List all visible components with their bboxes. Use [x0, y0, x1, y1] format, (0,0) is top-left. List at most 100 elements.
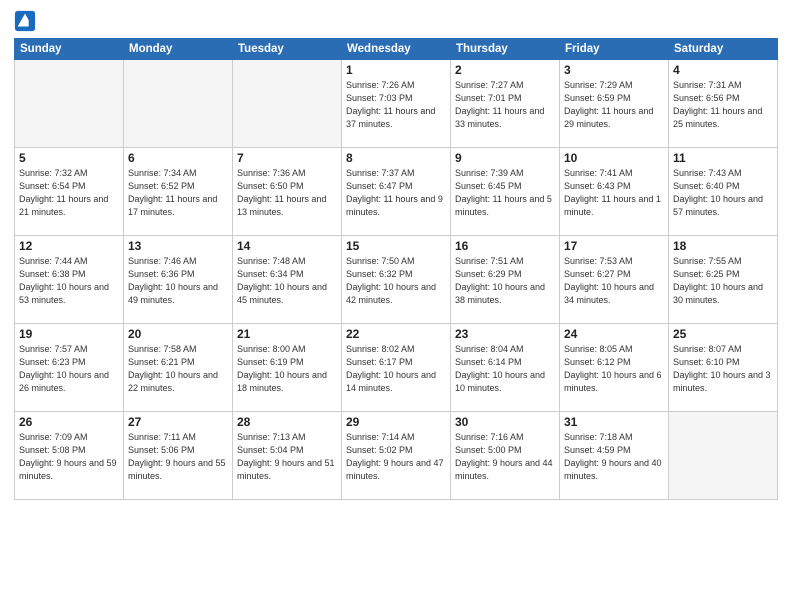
day-number: 4	[673, 63, 773, 77]
day-number: 25	[673, 327, 773, 341]
calendar-table: SundayMondayTuesdayWednesdayThursdayFrid…	[14, 38, 778, 500]
day-number: 24	[564, 327, 664, 341]
day-number: 22	[346, 327, 446, 341]
weekday-header-wednesday: Wednesday	[342, 39, 451, 60]
day-info: Sunrise: 7:53 AM Sunset: 6:27 PM Dayligh…	[564, 255, 664, 307]
day-info: Sunrise: 8:04 AM Sunset: 6:14 PM Dayligh…	[455, 343, 555, 395]
day-number: 8	[346, 151, 446, 165]
day-info: Sunrise: 8:07 AM Sunset: 6:10 PM Dayligh…	[673, 343, 773, 395]
calendar-cell: 18 Sunrise: 7:55 AM Sunset: 6:25 PM Dayli…	[669, 236, 778, 324]
day-number: 21	[237, 327, 337, 341]
logo-icon	[14, 10, 36, 32]
calendar-cell: 17 Sunrise: 7:53 AM Sunset: 6:27 PM Dayli…	[560, 236, 669, 324]
week-row-3: 19Sunrise: 7:57 AM Sunset: 6:23 PM Dayli…	[15, 324, 778, 412]
day-number: 5	[19, 151, 119, 165]
calendar-cell: 1 Sunrise: 7:26 AM Sunset: 7:03 PM Daylig…	[342, 60, 451, 148]
header	[14, 10, 778, 32]
day-number: 1	[346, 63, 446, 77]
day-number: 26	[19, 415, 119, 429]
day-info: Sunrise: 7:36 AM Sunset: 6:50 PM Dayligh…	[237, 167, 337, 219]
day-number: 15	[346, 239, 446, 253]
day-number: 18	[673, 239, 773, 253]
calendar-cell: 19Sunrise: 7:57 AM Sunset: 6:23 PM Dayli…	[15, 324, 124, 412]
calendar-cell: 29 Sunrise: 7:14 AM Sunset: 5:02 PM Dayli…	[342, 412, 451, 500]
day-number: 14	[237, 239, 337, 253]
calendar-cell: 26 Sunrise: 7:09 AM Sunset: 5:08 PM Dayli…	[15, 412, 124, 500]
weekday-header-row: SundayMondayTuesdayWednesdayThursdayFrid…	[15, 39, 778, 60]
calendar-cell: 10 Sunrise: 7:41 AM Sunset: 6:43 PM Dayli…	[560, 148, 669, 236]
weekday-header-friday: Friday	[560, 39, 669, 60]
day-number: 17	[564, 239, 664, 253]
calendar-cell: 24 Sunrise: 8:05 AM Sunset: 6:12 PM Dayli…	[560, 324, 669, 412]
day-number: 31	[564, 415, 664, 429]
day-number: 7	[237, 151, 337, 165]
day-info: Sunrise: 7:58 AM Sunset: 6:21 PM Dayligh…	[128, 343, 228, 395]
day-number: 9	[455, 151, 555, 165]
day-info: Sunrise: 7:09 AM Sunset: 5:08 PM Dayligh…	[19, 431, 119, 483]
week-row-2: 12 Sunrise: 7:44 AM Sunset: 6:38 PM Dayli…	[15, 236, 778, 324]
calendar-cell: 23 Sunrise: 8:04 AM Sunset: 6:14 PM Dayli…	[451, 324, 560, 412]
calendar-cell: 28 Sunrise: 7:13 AM Sunset: 5:04 PM Dayli…	[233, 412, 342, 500]
day-number: 20	[128, 327, 228, 341]
calendar-cell	[15, 60, 124, 148]
day-number: 27	[128, 415, 228, 429]
calendar-cell: 7 Sunrise: 7:36 AM Sunset: 6:50 PM Daylig…	[233, 148, 342, 236]
calendar-cell: 5 Sunrise: 7:32 AM Sunset: 6:54 PM Daylig…	[15, 148, 124, 236]
day-info: Sunrise: 7:29 AM Sunset: 6:59 PM Dayligh…	[564, 79, 664, 131]
calendar-cell: 3Sunrise: 7:29 AM Sunset: 6:59 PM Daylig…	[560, 60, 669, 148]
calendar-cell: 16Sunrise: 7:51 AM Sunset: 6:29 PM Dayli…	[451, 236, 560, 324]
day-info: Sunrise: 8:00 AM Sunset: 6:19 PM Dayligh…	[237, 343, 337, 395]
calendar-cell: 25 Sunrise: 8:07 AM Sunset: 6:10 PM Dayli…	[669, 324, 778, 412]
day-info: Sunrise: 7:18 AM Sunset: 4:59 PM Dayligh…	[564, 431, 664, 483]
calendar-cell: 20 Sunrise: 7:58 AM Sunset: 6:21 PM Dayli…	[124, 324, 233, 412]
day-number: 12	[19, 239, 119, 253]
calendar-cell: 11 Sunrise: 7:43 AM Sunset: 6:40 PM Dayli…	[669, 148, 778, 236]
day-number: 10	[564, 151, 664, 165]
week-row-1: 5 Sunrise: 7:32 AM Sunset: 6:54 PM Daylig…	[15, 148, 778, 236]
calendar-cell	[669, 412, 778, 500]
weekday-header-saturday: Saturday	[669, 39, 778, 60]
day-number: 11	[673, 151, 773, 165]
weekday-header-sunday: Sunday	[15, 39, 124, 60]
day-info: Sunrise: 7:43 AM Sunset: 6:40 PM Dayligh…	[673, 167, 773, 219]
calendar-cell: 4 Sunrise: 7:31 AM Sunset: 6:56 PM Daylig…	[669, 60, 778, 148]
day-info: Sunrise: 7:34 AM Sunset: 6:52 PM Dayligh…	[128, 167, 228, 219]
day-number: 19	[19, 327, 119, 341]
calendar-cell	[124, 60, 233, 148]
day-info: Sunrise: 7:44 AM Sunset: 6:38 PM Dayligh…	[19, 255, 119, 307]
day-number: 28	[237, 415, 337, 429]
calendar-cell: 15 Sunrise: 7:50 AM Sunset: 6:32 PM Dayli…	[342, 236, 451, 324]
calendar-cell: 8 Sunrise: 7:37 AM Sunset: 6:47 PM Daylig…	[342, 148, 451, 236]
weekday-header-monday: Monday	[124, 39, 233, 60]
day-info: Sunrise: 7:48 AM Sunset: 6:34 PM Dayligh…	[237, 255, 337, 307]
calendar-cell: 9 Sunrise: 7:39 AM Sunset: 6:45 PM Daylig…	[451, 148, 560, 236]
day-info: Sunrise: 7:11 AM Sunset: 5:06 PM Dayligh…	[128, 431, 228, 483]
week-row-4: 26 Sunrise: 7:09 AM Sunset: 5:08 PM Dayli…	[15, 412, 778, 500]
day-info: Sunrise: 7:37 AM Sunset: 6:47 PM Dayligh…	[346, 167, 446, 219]
day-info: Sunrise: 7:32 AM Sunset: 6:54 PM Dayligh…	[19, 167, 119, 219]
day-number: 29	[346, 415, 446, 429]
day-number: 13	[128, 239, 228, 253]
day-info: Sunrise: 7:27 AM Sunset: 7:01 PM Dayligh…	[455, 79, 555, 131]
day-info: Sunrise: 7:39 AM Sunset: 6:45 PM Dayligh…	[455, 167, 555, 219]
calendar-cell	[233, 60, 342, 148]
day-info: Sunrise: 7:41 AM Sunset: 6:43 PM Dayligh…	[564, 167, 664, 219]
day-info: Sunrise: 7:16 AM Sunset: 5:00 PM Dayligh…	[455, 431, 555, 483]
calendar-cell: 13 Sunrise: 7:46 AM Sunset: 6:36 PM Dayli…	[124, 236, 233, 324]
calendar-page: SundayMondayTuesdayWednesdayThursdayFrid…	[0, 0, 792, 612]
day-info: Sunrise: 7:26 AM Sunset: 7:03 PM Dayligh…	[346, 79, 446, 131]
day-info: Sunrise: 7:50 AM Sunset: 6:32 PM Dayligh…	[346, 255, 446, 307]
day-info: Sunrise: 8:05 AM Sunset: 6:12 PM Dayligh…	[564, 343, 664, 395]
day-number: 23	[455, 327, 555, 341]
day-info: Sunrise: 7:55 AM Sunset: 6:25 PM Dayligh…	[673, 255, 773, 307]
day-number: 2	[455, 63, 555, 77]
day-info: Sunrise: 7:31 AM Sunset: 6:56 PM Dayligh…	[673, 79, 773, 131]
logo	[14, 10, 40, 32]
day-number: 30	[455, 415, 555, 429]
day-info: Sunrise: 7:13 AM Sunset: 5:04 PM Dayligh…	[237, 431, 337, 483]
calendar-cell: 12 Sunrise: 7:44 AM Sunset: 6:38 PM Dayli…	[15, 236, 124, 324]
day-info: Sunrise: 7:46 AM Sunset: 6:36 PM Dayligh…	[128, 255, 228, 307]
day-info: Sunrise: 7:14 AM Sunset: 5:02 PM Dayligh…	[346, 431, 446, 483]
calendar-cell: 6Sunrise: 7:34 AM Sunset: 6:52 PM Daylig…	[124, 148, 233, 236]
calendar-cell: 31 Sunrise: 7:18 AM Sunset: 4:59 PM Dayli…	[560, 412, 669, 500]
